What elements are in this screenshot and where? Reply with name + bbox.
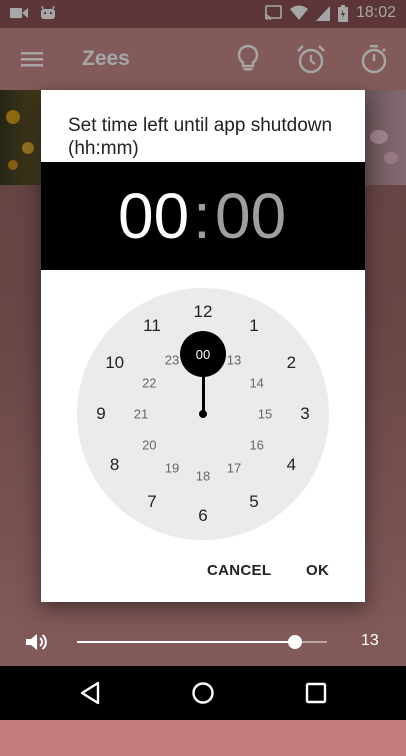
clock-number-4[interactable]: 4 (287, 455, 296, 475)
home-icon[interactable] (190, 680, 216, 706)
clock-number-10[interactable]: 10 (105, 353, 124, 373)
clock-number-inner-21[interactable]: 21 (134, 407, 148, 422)
clock-number-inner-16[interactable]: 16 (249, 438, 263, 453)
clock-number-5[interactable]: 5 (249, 492, 258, 512)
clock-number-inner-17[interactable]: 17 (227, 460, 241, 475)
clock-number-inner-13[interactable]: 13 (227, 353, 241, 368)
clock-number-inner-19[interactable]: 19 (165, 460, 179, 475)
ok-button[interactable]: OK (298, 556, 337, 585)
clock-face[interactable]: 12 1 2 3 4 5 6 7 8 9 10 11 13 14 15 16 17 18 19 20 21 22 23 00 (77, 288, 329, 540)
clock-number-3[interactable]: 3 (300, 404, 309, 424)
clock-number-inner-20[interactable]: 20 (142, 438, 156, 453)
clock-number-1[interactable]: 1 (249, 316, 258, 336)
volume-icon[interactable] (24, 630, 48, 654)
clock-number-7[interactable]: 7 (147, 492, 156, 512)
clock-number-inner-15[interactable]: 15 (258, 407, 272, 422)
clock-number-2[interactable]: 2 (287, 353, 296, 373)
volume-value: 13 (361, 632, 379, 649)
clock-number-inner-18[interactable]: 18 (196, 469, 210, 484)
hours-display[interactable]: 00 (118, 184, 189, 248)
clock-number-inner-22[interactable]: 22 (142, 376, 156, 391)
clock-number-9[interactable]: 9 (96, 404, 105, 424)
minutes-display[interactable]: 00 (215, 184, 286, 248)
time-separator: : (193, 180, 211, 252)
volume-slider-thumb[interactable] (287, 635, 302, 649)
navigation-bar (0, 666, 406, 720)
clock-number-6[interactable]: 6 (198, 506, 207, 526)
clock-number-12[interactable]: 12 (194, 302, 213, 322)
time-display: 00 : 00 (41, 162, 365, 270)
recents-icon[interactable] (303, 680, 329, 706)
volume-slider[interactable] (77, 635, 327, 649)
clock-selector[interactable]: 00 (180, 331, 226, 377)
clock-number-8[interactable]: 8 (110, 455, 119, 475)
time-picker-dialog: Set time left until app shutdown (hh:mm)… (41, 90, 365, 602)
clock-number-11[interactable]: 11 (143, 316, 161, 336)
clock-number-inner-14[interactable]: 14 (249, 376, 263, 391)
clock-number-inner-23[interactable]: 23 (165, 353, 179, 368)
clock-center-dot (199, 410, 207, 418)
back-icon[interactable] (78, 680, 104, 706)
dialog-title: Set time left until app shutdown (hh:mm) (68, 115, 333, 159)
volume-slider-fill (77, 641, 295, 643)
cancel-button[interactable]: CANCEL (199, 556, 279, 585)
